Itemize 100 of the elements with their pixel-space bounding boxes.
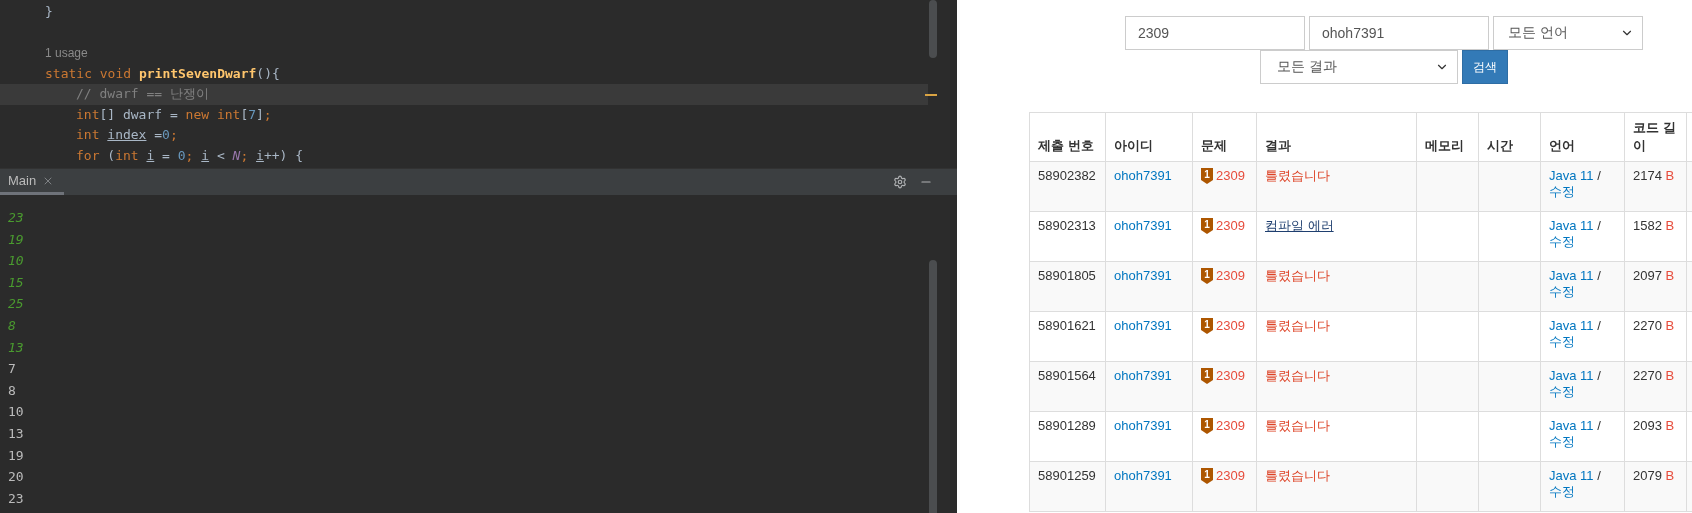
console-line: 23 xyxy=(7,489,24,508)
column-header: 메모리 xyxy=(1416,112,1479,162)
tier-badge-icon: 1 xyxy=(1201,418,1213,434)
user-link[interactable]: ohoh7391 xyxy=(1114,368,1172,383)
byte-unit: B xyxy=(1665,268,1675,283)
user-link[interactable]: ohoh7391 xyxy=(1114,468,1172,483)
table-cell: 58902382 xyxy=(1029,161,1106,212)
separator: / xyxy=(1597,368,1601,383)
user-link[interactable]: ohoh7391 xyxy=(1114,418,1172,433)
console-line: 25 xyxy=(7,295,24,314)
edit-link[interactable]: 수정 xyxy=(1549,234,1575,249)
code-line: static void printSevenDwarf(){ xyxy=(44,64,281,83)
console-line: 19 xyxy=(7,230,24,249)
byte-unit: B xyxy=(1665,368,1675,383)
console-line: 13 xyxy=(7,424,24,443)
edit-link[interactable]: 수정 xyxy=(1549,184,1575,199)
code-length: 2079 xyxy=(1633,468,1663,483)
separator: / xyxy=(1597,268,1601,283)
code-length: 2270 xyxy=(1633,318,1663,333)
edit-link[interactable]: 수정 xyxy=(1549,434,1575,449)
code-length: 2097 xyxy=(1633,268,1663,283)
edit-link[interactable]: 수정 xyxy=(1549,284,1575,299)
user-link[interactable]: ohoh7391 xyxy=(1114,268,1172,283)
scrollbar-thumb[interactable] xyxy=(929,260,937,513)
tier-badge-icon: 1 xyxy=(1201,368,1213,384)
column-header: 아이디 xyxy=(1105,112,1193,162)
table-cell: 58901259 xyxy=(1029,461,1106,512)
user-link[interactable]: ohoh7391 xyxy=(1114,218,1172,233)
separator: / xyxy=(1597,418,1601,433)
byte-unit: B xyxy=(1665,168,1675,183)
code-length: 2174 xyxy=(1633,168,1663,183)
tier-badge-icon: 1 xyxy=(1201,468,1213,484)
language-select[interactable]: 모든 언어 xyxy=(1493,16,1643,50)
separator: / xyxy=(1597,168,1601,183)
code-length: 2093 xyxy=(1633,418,1663,433)
console-line: 8 xyxy=(7,381,16,400)
table-cell: 58901564 xyxy=(1029,361,1106,412)
console-line: 8 xyxy=(7,316,16,335)
user-link[interactable]: ohoh7391 xyxy=(1114,168,1172,183)
result-text[interactable]: 컴파일 에러 xyxy=(1265,218,1334,233)
column-header: 코드 길이 xyxy=(1624,112,1687,162)
table-cell: 58901289 xyxy=(1029,411,1106,462)
console-line: 10 xyxy=(7,403,24,422)
result-text: 틀렸습니다 xyxy=(1265,318,1330,333)
column-header: 언어 xyxy=(1540,112,1625,162)
byte-unit: B xyxy=(1665,468,1675,483)
console-line: 7 xyxy=(7,360,16,379)
code-line: } xyxy=(44,3,54,21)
code-line: int index =0; xyxy=(75,126,179,144)
scrollbar-thumb[interactable] xyxy=(929,0,937,58)
console-line: 13 xyxy=(7,338,24,357)
separator: / xyxy=(1597,468,1601,483)
warning-mark xyxy=(925,94,937,96)
language-link[interactable]: Java 11 xyxy=(1549,268,1594,283)
result-select[interactable]: 모든 결과 xyxy=(1260,50,1458,84)
tier-badge-icon: 1 xyxy=(1201,268,1213,284)
byte-unit: B xyxy=(1665,218,1675,233)
result-text: 틀렸습니다 xyxy=(1265,268,1330,283)
language-link[interactable]: Java 11 xyxy=(1549,318,1594,333)
column-header: 문제 xyxy=(1192,112,1257,162)
result-text: 틀렸습니다 xyxy=(1265,168,1330,183)
separator: / xyxy=(1597,218,1601,233)
column-header: 결과 xyxy=(1256,112,1417,162)
problem-id-field[interactable]: 2309 xyxy=(1125,16,1305,50)
settings-icon[interactable] xyxy=(893,175,907,189)
language-link[interactable]: Java 11 xyxy=(1549,468,1594,483)
edit-link[interactable]: 수정 xyxy=(1549,334,1575,349)
language-link[interactable]: Java 11 xyxy=(1549,218,1594,233)
search-button[interactable]: 검색 xyxy=(1462,50,1508,84)
code-length: 1582 xyxy=(1633,218,1663,233)
separator: / xyxy=(1597,318,1601,333)
console-line: 10 xyxy=(7,252,24,271)
console-line: 19 xyxy=(7,446,24,465)
code-length: 2270 xyxy=(1633,368,1663,383)
byte-unit: B xyxy=(1665,318,1675,333)
console-line: 15 xyxy=(7,273,24,292)
table-cell: 58902313 xyxy=(1029,211,1106,262)
user-link[interactable]: ohoh7391 xyxy=(1114,318,1172,333)
result-text: 틀렸습니다 xyxy=(1265,468,1330,483)
result-text: 틀렸습니다 xyxy=(1265,368,1330,383)
console-line: 23 xyxy=(7,209,24,227)
table-cell: 58901621 xyxy=(1029,311,1106,362)
usage-hint[interactable]: 1 usage xyxy=(0,43,928,64)
tier-badge-icon: 1 xyxy=(1201,168,1213,184)
language-link[interactable]: Java 11 xyxy=(1549,168,1594,183)
byte-unit: B xyxy=(1665,418,1675,433)
column-header: 시간 xyxy=(1478,112,1541,162)
language-link[interactable]: Java 11 xyxy=(1549,368,1594,383)
edit-link[interactable]: 수정 xyxy=(1549,384,1575,399)
tier-badge-icon: 1 xyxy=(1201,218,1213,234)
table-cell: 58901805 xyxy=(1029,261,1106,312)
console-line: 20 xyxy=(7,468,24,487)
column-header: 제출 번호 xyxy=(1029,112,1106,162)
code-line: for (int i = 0; i < N; i++) { xyxy=(75,146,304,165)
tier-badge-icon: 1 xyxy=(1201,318,1213,334)
edit-link[interactable]: 수정 xyxy=(1549,484,1575,499)
user-id-field[interactable]: ohoh7391 xyxy=(1309,16,1489,50)
code-line: int[] dwarf = new int[7]; xyxy=(75,105,273,124)
result-text: 틀렸습니다 xyxy=(1265,418,1330,433)
language-link[interactable]: Java 11 xyxy=(1549,418,1594,433)
